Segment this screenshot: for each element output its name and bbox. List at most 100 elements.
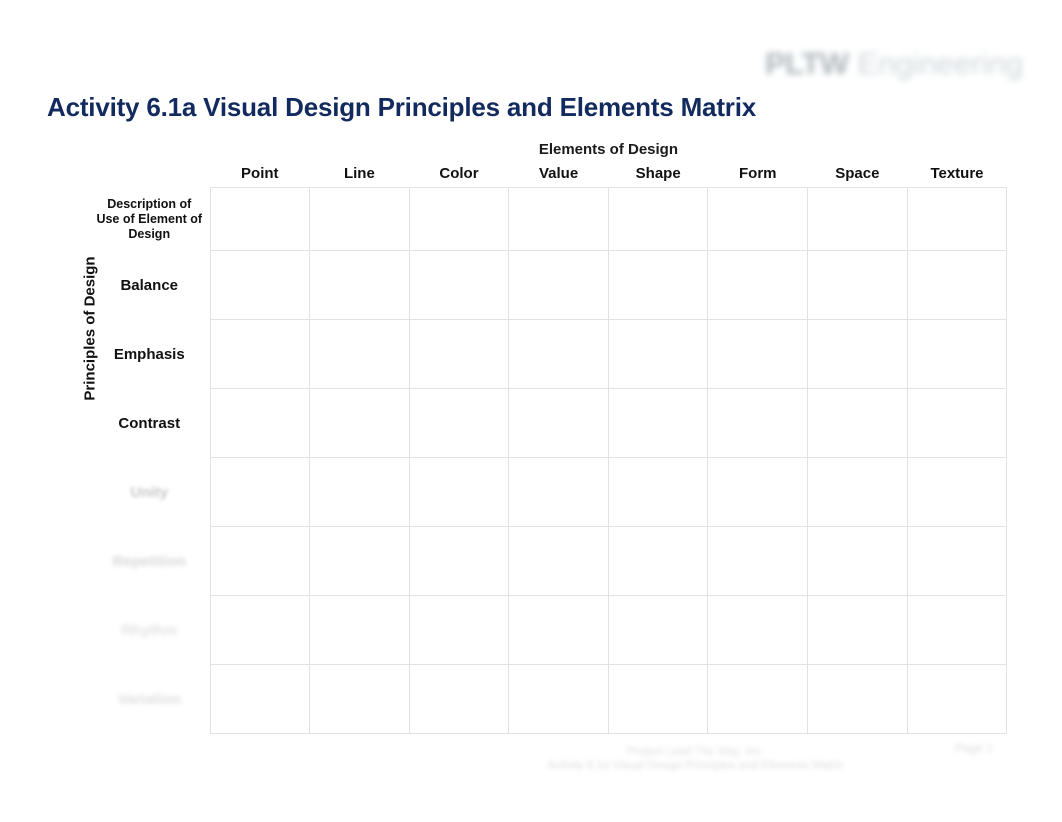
matrix-cell[interactable] xyxy=(707,187,809,251)
row-header-balance: Balance xyxy=(120,276,179,294)
logo-mark-text: PLTW xyxy=(765,46,849,81)
matrix-cell[interactable] xyxy=(707,664,809,734)
matrix-cell[interactable] xyxy=(209,526,311,596)
column-header-line: Line xyxy=(309,160,410,188)
matrix-cell[interactable] xyxy=(408,187,510,251)
matrix-cell[interactable] xyxy=(906,388,1008,458)
page-title: Activity 6.1a Visual Design Principles a… xyxy=(47,92,756,122)
matrix-cell[interactable] xyxy=(408,664,510,734)
matrix-cell[interactable] xyxy=(408,250,510,320)
matrix-cell[interactable] xyxy=(309,319,410,389)
matrix-cell[interactable] xyxy=(209,187,311,251)
matrix-cell[interactable] xyxy=(906,319,1008,389)
matrix-cell[interactable] xyxy=(607,526,709,596)
column-group-header: Elements of Design xyxy=(210,138,1007,160)
matrix-cell[interactable] xyxy=(906,250,1008,320)
matrix-cell[interactable] xyxy=(408,319,510,389)
matrix-cell[interactable] xyxy=(309,388,410,458)
matrix-row: Balance xyxy=(47,250,1008,320)
matrix-cell[interactable] xyxy=(209,457,311,527)
matrix-cell[interactable] xyxy=(607,187,709,251)
row-header-column-label: Description of Use of Element of Design xyxy=(89,188,210,251)
matrix-cell[interactable] xyxy=(807,319,908,389)
matrix-cell[interactable] xyxy=(309,664,410,734)
matrix-cell[interactable] xyxy=(807,664,908,734)
matrix-cell[interactable] xyxy=(408,595,510,665)
column-header-shape: Shape xyxy=(608,160,708,188)
matrix-cell[interactable] xyxy=(707,526,809,596)
row-header-unity: Unity xyxy=(130,483,169,501)
row-header-rhythm: Rhythm xyxy=(121,621,178,639)
matrix-row: Unity xyxy=(47,457,1008,527)
matrix-cell[interactable] xyxy=(707,388,809,458)
matrix-cell[interactable] xyxy=(807,388,908,458)
matrix-cell[interactable] xyxy=(906,595,1008,665)
matrix-cell[interactable] xyxy=(707,457,809,527)
matrix-cell[interactable] xyxy=(309,250,410,320)
matrix-cell[interactable] xyxy=(807,250,908,320)
matrix-cell[interactable] xyxy=(906,526,1008,596)
matrix-cell[interactable] xyxy=(209,319,311,389)
pltw-engineering-logo: PLTW Engineering xyxy=(733,44,1023,84)
matrix-cell[interactable] xyxy=(508,664,609,734)
row-header-contrast: Contrast xyxy=(118,414,181,432)
matrix-cell[interactable] xyxy=(707,250,809,320)
row-header-column-label-line: Use of Element of xyxy=(96,211,203,226)
footer-page-stamp: Page 1 xyxy=(954,741,993,755)
matrix-cell[interactable] xyxy=(906,457,1008,527)
matrix-row: Rhythm xyxy=(47,595,1008,665)
matrix-cell[interactable] xyxy=(209,250,311,320)
matrix-cell[interactable] xyxy=(508,595,609,665)
column-header-form: Form xyxy=(707,160,808,188)
matrix-table: Elements of Design Point Line Color Value Sh… xyxy=(47,138,1008,734)
column-header-value: Value xyxy=(508,160,609,188)
matrix-cell[interactable] xyxy=(607,595,709,665)
matrix-row: Variation xyxy=(47,664,1008,734)
matrix-cell[interactable] xyxy=(209,595,311,665)
matrix-cell[interactable] xyxy=(906,187,1008,251)
matrix-cell[interactable] xyxy=(607,664,709,734)
matrix-cell[interactable] xyxy=(607,250,709,320)
matrix-cell[interactable] xyxy=(508,187,609,251)
column-header-space: Space xyxy=(807,160,908,188)
matrix-cell[interactable] xyxy=(408,388,510,458)
matrix-cell[interactable] xyxy=(707,595,809,665)
column-header-point: Point xyxy=(210,160,310,188)
matrix-cell[interactable] xyxy=(309,526,410,596)
matrix-cell[interactable] xyxy=(309,595,410,665)
matrix-cell[interactable] xyxy=(508,388,609,458)
matrix-cell[interactable] xyxy=(807,595,908,665)
row-header-repetition: Repetition xyxy=(112,552,186,570)
row-header-column-corner xyxy=(89,160,210,188)
matrix-cell[interactable] xyxy=(508,526,609,596)
matrix-column-header-row: Point Line Color Value Shape Form Space Texture xyxy=(47,160,1007,188)
matrix-cell[interactable] xyxy=(309,187,410,251)
matrix-row: Contrast xyxy=(47,388,1008,458)
matrix-cell[interactable] xyxy=(607,457,709,527)
matrix-header-group-row: Elements of Design xyxy=(47,138,1007,160)
matrix-cell[interactable] xyxy=(707,319,809,389)
matrix-cell[interactable] xyxy=(408,457,510,527)
footer-line-2: Activity 6.1a Visual Design Principles a… xyxy=(547,760,844,772)
matrix-cell[interactable] xyxy=(607,319,709,389)
matrix-cell[interactable] xyxy=(508,457,609,527)
matrix-cell[interactable] xyxy=(607,388,709,458)
matrix-cell[interactable] xyxy=(508,250,609,320)
matrix-corner-top xyxy=(47,138,89,160)
matrix-cell[interactable] xyxy=(807,457,908,527)
matrix-cell[interactable] xyxy=(807,187,908,251)
matrix-cell[interactable] xyxy=(309,457,410,527)
row-header-variation: Variation xyxy=(117,690,181,708)
row-header-column-label-line: Design xyxy=(128,226,171,241)
matrix-description-row: Description of Use of Element of Design xyxy=(47,187,1008,251)
matrix-corner-axis xyxy=(47,160,89,188)
design-matrix: Elements of Design Point Line Color Value Sh… xyxy=(47,138,1008,734)
matrix-cell[interactable] xyxy=(906,664,1008,734)
matrix-cell[interactable] xyxy=(807,526,908,596)
matrix-cell[interactable] xyxy=(209,388,311,458)
matrix-cell[interactable] xyxy=(209,664,311,734)
logo-word-text: Engineering xyxy=(857,46,1023,81)
matrix-cell[interactable] xyxy=(408,526,510,596)
matrix-cell[interactable] xyxy=(508,319,609,389)
row-header-emphasis: Emphasis xyxy=(113,345,185,363)
